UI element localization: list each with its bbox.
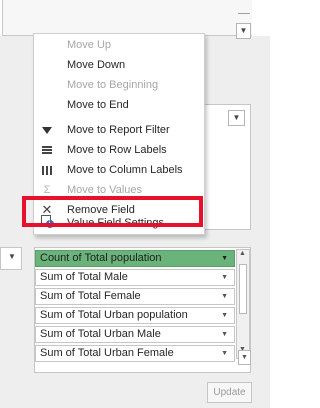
menu-item-label: Move to Column Labels: [67, 164, 183, 176]
value-field-chevron-icon[interactable]: ▼: [221, 270, 228, 285]
highlight-annotation-box: [22, 196, 203, 227]
value-field-chevron-icon[interactable]: ▼: [221, 251, 228, 266]
value-field-label: Sum of Total Female: [40, 290, 141, 302]
menu-item-move-to-end[interactable]: Move to End: [34, 95, 204, 115]
value-field-label: Count of Total population: [40, 252, 162, 264]
menu-item-label: Move to Row Labels: [67, 144, 167, 156]
row-dropdown-chevron-icon[interactable]: ▼: [238, 350, 251, 365]
value-field-chevron-icon[interactable]: ▼: [221, 289, 228, 304]
field-list-top-frame: [2, 0, 252, 36]
menu-item-label: Move Up: [67, 39, 112, 51]
menu-item-move-to-column-labels[interactable]: Move to Column Labels: [34, 160, 204, 180]
top-dropdown-chevron-icon[interactable]: ▼: [236, 23, 251, 39]
value-field-item[interactable]: Sum of Total Female ▼: [35, 288, 235, 305]
value-field-label: Sum of Total Male: [40, 271, 128, 283]
value-field-chevron-icon[interactable]: ▼: [221, 346, 228, 361]
value-field-item[interactable]: Sum of Total Urban Female ▼: [35, 345, 235, 362]
menu-item-move-to-report-filter[interactable]: Move to Report Filter: [34, 120, 204, 140]
row-field-chevron-icon[interactable]: ▼: [8, 252, 16, 261]
menu-item-move-up[interactable]: Move Up: [34, 35, 204, 55]
menu-item-move-down[interactable]: Move Down: [34, 55, 204, 75]
value-field-item[interactable]: Count of Total population ▼: [35, 250, 235, 267]
menu-item-label: Move to Beginning: [67, 79, 159, 91]
scroll-up-arrow-icon[interactable]: ▲: [239, 250, 246, 257]
value-field-item[interactable]: Sum of Total Urban population ▼: [35, 307, 235, 324]
menu-item-move-to-row-labels[interactable]: Move to Row Labels: [34, 140, 204, 160]
value-field-label: Sum of Total Urban Male: [40, 328, 161, 340]
area-dropdown-chevron-icon[interactable]: ▼: [228, 110, 245, 126]
menu-item-label: Move Down: [67, 59, 126, 71]
update-button[interactable]: Update: [207, 382, 252, 403]
filter-icon: [40, 120, 54, 140]
columns-icon: [40, 160, 54, 180]
value-field-item[interactable]: Sum of Total Urban Male ▼: [35, 326, 235, 343]
rows-icon: [40, 140, 54, 160]
menu-item-label: Move to Report Filter: [67, 124, 170, 136]
menu-item-label: Move to End: [67, 99, 129, 111]
top-right-edge: [238, 4, 250, 14]
scroll-thumb[interactable]: [239, 264, 247, 314]
value-field-label: Sum of Total Urban Female: [40, 347, 174, 359]
menu-item-move-to-beginning[interactable]: Move to Beginning: [34, 75, 204, 95]
value-field-label: Sum of Total Urban population: [40, 309, 188, 321]
value-field-chevron-icon[interactable]: ▼: [221, 308, 228, 323]
value-field-item[interactable]: Sum of Total Male ▼: [35, 269, 235, 286]
values-scrollbar[interactable]: ▲ ▼: [236, 249, 250, 359]
value-field-chevron-icon[interactable]: ▼: [221, 327, 228, 342]
